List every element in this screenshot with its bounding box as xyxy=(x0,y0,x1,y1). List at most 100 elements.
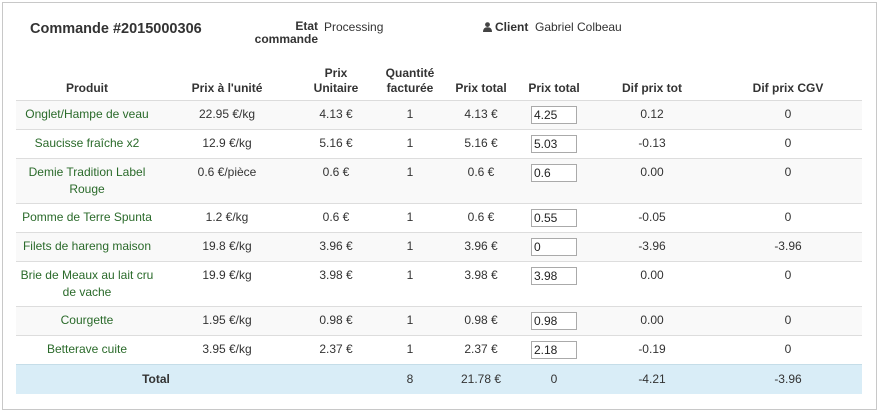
cell-prix-unitaire: 4.13 € xyxy=(296,100,376,130)
table-header-row: Produit Prix à l'unité Prix Unitaire Qua… xyxy=(16,66,862,101)
cell-dif-cgv: 0 xyxy=(714,100,862,130)
cell-dif-tot: -0.19 xyxy=(590,335,714,365)
cell-dif-cgv: 0 xyxy=(714,261,862,307)
cell-prix-total-input xyxy=(518,158,590,204)
prix-total-input[interactable] xyxy=(531,164,577,182)
cell-dif-cgv: 0 xyxy=(714,158,862,204)
total-prix-total-input: 0 xyxy=(518,364,590,394)
cell-prix-unite: 0.6 €/pièce xyxy=(158,158,296,204)
etat-label: Etat commande xyxy=(254,19,318,46)
table-row: Saucisse fraîche x2 12.9 €/kg 5.16 € 1 5… xyxy=(16,129,862,159)
cell-prix-total-input xyxy=(518,306,590,336)
header-prix-total: Prix total xyxy=(444,66,518,101)
cell-prix-unitaire: 2.37 € xyxy=(296,335,376,365)
table-row: Onglet/Hampe de veau 22.95 €/kg 4.13 € 1… xyxy=(16,100,862,130)
cell-produit: Courgette xyxy=(16,306,158,336)
cell-prix-unitaire: 3.96 € xyxy=(296,232,376,262)
cell-prix-total: 0.6 € xyxy=(444,158,518,204)
header-prix-unitaire-label: Prix Unitaire xyxy=(313,66,359,95)
cell-prix-unitaire: 3.98 € xyxy=(296,261,376,307)
cell-quantite: 1 xyxy=(376,261,444,307)
cell-produit: Onglet/Hampe de veau xyxy=(16,100,158,130)
total-quantite: 8 xyxy=(376,364,444,394)
total-prix-unitaire xyxy=(296,364,376,394)
cell-prix-unite: 3.95 €/kg xyxy=(158,335,296,365)
cell-prix-unite: 19.9 €/kg xyxy=(158,261,296,307)
table-row: Brie de Meaux au lait cru de vache 19.9 … xyxy=(16,261,862,307)
prix-total-input[interactable] xyxy=(531,135,577,153)
prix-total-input[interactable] xyxy=(531,341,577,359)
total-dif-cgv: -3.96 xyxy=(714,364,862,394)
cell-produit: Betterave cuite xyxy=(16,335,158,365)
prix-total-input[interactable] xyxy=(531,106,577,124)
cell-quantite: 1 xyxy=(376,306,444,336)
cell-prix-total: 3.96 € xyxy=(444,232,518,262)
prix-total-input[interactable] xyxy=(531,209,577,227)
cell-quantite: 1 xyxy=(376,129,444,159)
cell-dif-cgv: 0 xyxy=(714,129,862,159)
header-quantite-label: Quantité facturée xyxy=(385,66,435,95)
cell-prix-total: 5.16 € xyxy=(444,129,518,159)
header-produit: Produit xyxy=(16,66,158,101)
cell-prix-total-input xyxy=(518,232,590,262)
cell-dif-tot: 0.00 xyxy=(590,306,714,336)
cell-dif-tot: -0.13 xyxy=(590,129,714,159)
etat-value: Processing xyxy=(324,20,384,34)
client-label-group: Client xyxy=(483,20,528,34)
cell-prix-unitaire: 0.6 € xyxy=(296,203,376,233)
cell-prix-unite: 12.9 €/kg xyxy=(158,129,296,159)
header-prix-unite: Prix à l'unité xyxy=(158,66,296,101)
total-dif-tot: -4.21 xyxy=(590,364,714,394)
order-title: Commande #2015000306 xyxy=(30,21,202,37)
total-label: Total xyxy=(16,364,296,394)
client-label: Client xyxy=(495,20,529,34)
cell-produit: Pomme de Terre Spunta xyxy=(16,203,158,233)
total-prix-total: 21.78 € xyxy=(444,364,518,394)
cell-quantite: 1 xyxy=(376,158,444,204)
cell-prix-unitaire: 5.16 € xyxy=(296,129,376,159)
cell-prix-total: 3.98 € xyxy=(444,261,518,307)
cell-prix-unite: 1.95 €/kg xyxy=(158,306,296,336)
cell-produit: Saucisse fraîche x2 xyxy=(16,129,158,159)
cell-quantite: 1 xyxy=(376,335,444,365)
cell-prix-total-input xyxy=(518,100,590,130)
cell-dif-cgv: -3.96 xyxy=(714,232,862,262)
cell-quantite: 1 xyxy=(376,203,444,233)
cell-prix-total: 4.13 € xyxy=(444,100,518,130)
client-value: Gabriel Colbeau xyxy=(535,20,622,34)
cell-prix-unitaire: 0.6 € xyxy=(296,158,376,204)
table-row: Demie Tradition Label Rouge 0.6 €/pièce … xyxy=(16,158,862,204)
cell-dif-tot: -0.05 xyxy=(590,203,714,233)
cell-produit: Filets de hareng maison xyxy=(16,232,158,262)
cell-prix-total: 0.98 € xyxy=(444,306,518,336)
cell-produit: Brie de Meaux au lait cru de vache xyxy=(16,261,158,307)
header-prix-total-input: Prix total xyxy=(518,66,590,101)
prix-total-input[interactable] xyxy=(531,312,577,330)
cell-prix-unite: 22.95 €/kg xyxy=(158,100,296,130)
cell-dif-cgv: 0 xyxy=(714,203,862,233)
cell-prix-total-input xyxy=(518,203,590,233)
cell-dif-tot: 0.00 xyxy=(590,261,714,307)
cell-prix-unite: 1.2 €/kg xyxy=(158,203,296,233)
header-dif-cgv: Dif prix CGV xyxy=(714,66,862,101)
header-prix-unitaire: Prix Unitaire xyxy=(296,66,376,101)
user-icon xyxy=(483,22,492,32)
header-quantite: Quantité facturée xyxy=(376,66,444,101)
cell-dif-tot: 0.12 xyxy=(590,100,714,130)
table-row: Courgette 1.95 €/kg 0.98 € 1 0.98 € 0.00… xyxy=(16,306,862,336)
cell-prix-unite: 19.8 €/kg xyxy=(158,232,296,262)
cell-prix-unitaire: 0.98 € xyxy=(296,306,376,336)
table-row: Pomme de Terre Spunta 1.2 €/kg 0.6 € 1 0… xyxy=(16,203,862,233)
prix-total-input[interactable] xyxy=(531,267,577,285)
cell-prix-total: 2.37 € xyxy=(444,335,518,365)
order-lines-table: Produit Prix à l'unité Prix Unitaire Qua… xyxy=(16,66,862,394)
cell-quantite: 1 xyxy=(376,100,444,130)
table-row: Betterave cuite 3.95 €/kg 2.37 € 1 2.37 … xyxy=(16,335,862,365)
cell-prix-total: 0.6 € xyxy=(444,203,518,233)
cell-prix-total-input xyxy=(518,129,590,159)
prix-total-input[interactable] xyxy=(531,238,577,256)
cell-dif-cgv: 0 xyxy=(714,335,862,365)
header-dif-tot: Dif prix tot xyxy=(590,66,714,101)
cell-dif-tot: 0.00 xyxy=(590,158,714,204)
cell-prix-total-input xyxy=(518,335,590,365)
